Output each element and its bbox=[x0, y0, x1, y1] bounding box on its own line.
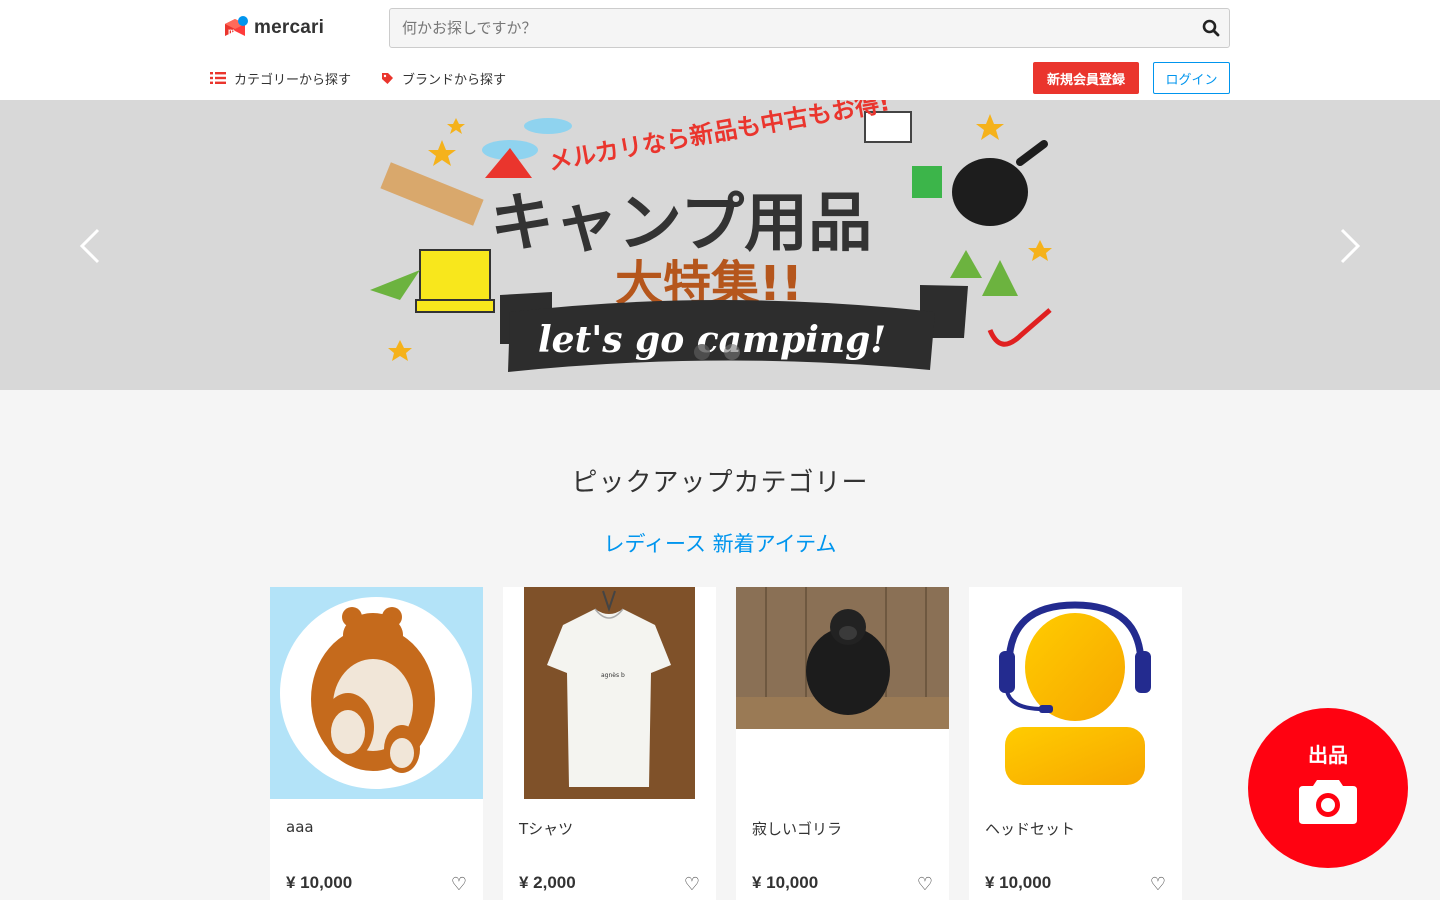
product-name: Tシャツ bbox=[519, 820, 574, 838]
product-price: ¥ 2,000 bbox=[519, 873, 576, 892]
camera-icon bbox=[1299, 779, 1357, 824]
product-card[interactable]: agnès b Tシャツ ¥ 2,000 ♡ bbox=[503, 587, 716, 900]
teddy-bear-image bbox=[270, 587, 483, 799]
heart-icon[interactable]: ♡ bbox=[1150, 874, 1166, 895]
carousel-dots bbox=[694, 344, 740, 360]
product-price: ¥ 10,000 bbox=[752, 873, 819, 892]
nav-category-label: カテゴリーから探す bbox=[234, 72, 352, 88]
product-name: ヘッドセット bbox=[985, 820, 1076, 838]
headset-image bbox=[969, 587, 1182, 799]
nav-brand-label: ブランドから探す bbox=[402, 72, 507, 88]
search-input[interactable] bbox=[390, 9, 1180, 47]
product-price: ¥ 10,000 bbox=[985, 873, 1052, 892]
carousel-dot-1[interactable] bbox=[694, 344, 710, 360]
product-name: aaa bbox=[286, 818, 314, 836]
heart-icon[interactable]: ♡ bbox=[451, 874, 467, 895]
list-icon bbox=[210, 72, 226, 84]
mercari-logo-icon: m bbox=[225, 16, 248, 36]
tag-icon bbox=[381, 72, 394, 85]
heart-icon[interactable]: ♡ bbox=[917, 874, 933, 895]
pickup-category-title: ピックアップカテゴリー bbox=[571, 468, 869, 498]
heart-icon[interactable]: ♡ bbox=[684, 874, 700, 895]
nav-category-link[interactable]: カテゴリーから探す bbox=[210, 68, 351, 88]
product-card[interactable]: aaa ¥ 10,000 ♡ bbox=[270, 587, 483, 900]
search-bar bbox=[389, 8, 1230, 48]
carousel-prev-icon[interactable] bbox=[78, 228, 102, 264]
tshirt-image: agnès b bbox=[503, 587, 716, 799]
sell-button-label: 出品 bbox=[1308, 742, 1348, 767]
svg-text:agnès b: agnès b bbox=[601, 672, 625, 679]
carousel-next-icon[interactable] bbox=[1338, 228, 1362, 264]
logo-text: mercari bbox=[254, 17, 325, 38]
sell-button[interactable]: 出品 bbox=[1248, 708, 1408, 868]
login-button[interactable]: ログイン bbox=[1153, 62, 1230, 94]
svg-text:m: m bbox=[228, 27, 235, 36]
site-header: m mercari カテゴリーから探す bbox=[0, 0, 1440, 100]
banner-headline-top: メルカリなら新品も中古もお得! bbox=[546, 100, 892, 176]
pickup-category-link[interactable]: レディース 新着アイテム bbox=[0, 528, 1440, 558]
product-price: ¥ 10,000 bbox=[286, 873, 353, 892]
product-card[interactable]: ヘッドセット ¥ 10,000 ♡ bbox=[969, 587, 1182, 900]
hero-banner-carousel[interactable]: メルカリなら新品も中古もお得! キャンプ用品 大特集!! let's go ca… bbox=[0, 100, 1440, 390]
product-name: 寂しいゴリラ bbox=[752, 820, 843, 838]
product-card[interactable]: 寂しいゴリラ ¥ 10,000 ♡ bbox=[736, 587, 949, 900]
mercari-logo[interactable]: m mercari bbox=[222, 14, 342, 42]
gorilla-image bbox=[736, 587, 949, 799]
carousel-dot-2[interactable] bbox=[724, 344, 740, 360]
banner-headline-main: キャンプ用品 bbox=[490, 187, 872, 261]
search-icon[interactable] bbox=[1201, 18, 1221, 38]
nav-brand-link[interactable]: ブランドから探す bbox=[381, 68, 506, 88]
product-list: aaa ¥ 10,000 ♡ agnès b Tシャツ ¥ 2,000 ♡ 寂し… bbox=[270, 587, 1182, 900]
signup-button[interactable]: 新規会員登録 bbox=[1033, 62, 1139, 94]
